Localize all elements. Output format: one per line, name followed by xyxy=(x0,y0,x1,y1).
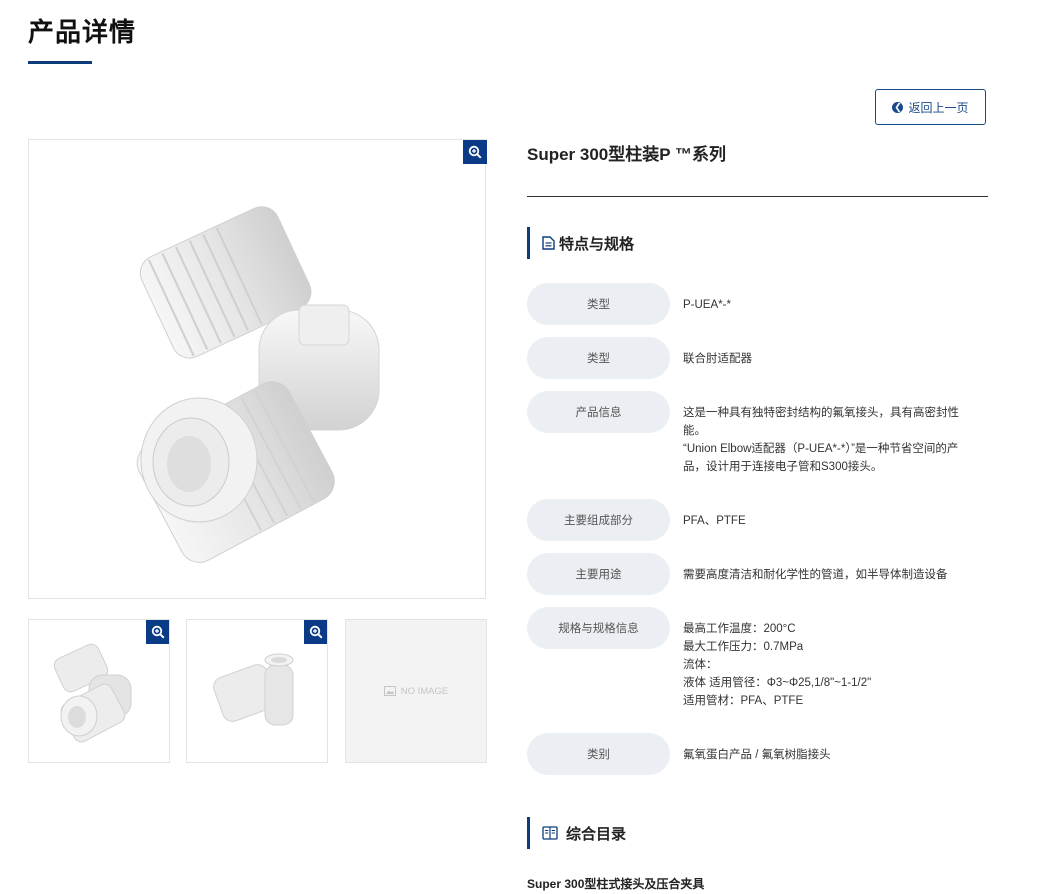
spec-label: 产品信息 xyxy=(527,391,670,433)
no-image-label: NO IMAGE xyxy=(400,685,449,697)
page-title: 产品详情 xyxy=(28,17,137,47)
specs-heading: 特点与规格 xyxy=(527,227,634,259)
spec-value: 这是一种具有独特密封结构的氟氧接头，具有高密封性 能。 “Union Elbow… xyxy=(683,407,959,473)
spec-label: 类型 xyxy=(527,283,670,325)
spec-label: 类别 xyxy=(527,733,670,775)
spec-row: 类别 氟氧蛋白产品 / 氟氧树脂接头 xyxy=(527,733,988,775)
spec-label: 主要用途 xyxy=(527,553,670,595)
specs-heading-label: 特点与规格 xyxy=(559,235,635,253)
catalog-item[interactable]: Super 300型柱式接头及压合夹具 xyxy=(527,875,704,892)
product-photo xyxy=(136,206,380,563)
back-arrow-icon: ❮ xyxy=(892,101,904,113)
spec-label: 主要组成部分 xyxy=(527,499,670,541)
thumbnail-2[interactable] xyxy=(186,619,328,763)
thumbnail-no-image[interactable]: NO IMAGE xyxy=(345,619,487,763)
spec-value: 氟氧蛋白产品 / 氟氧树脂接头 xyxy=(683,749,831,761)
spec-value: PFA、PTFE xyxy=(683,515,746,527)
spec-row: 规格与规格信息 最高工作温度：200°C 最大工作压力：0.7MPa 流体： 液… xyxy=(527,607,988,710)
image-placeholder-icon xyxy=(383,686,396,696)
spec-row: 类型 联合肘适配器 xyxy=(527,337,988,379)
spec-value: 最高工作温度：200°C 最大工作压力：0.7MPa 流体： 液体 适用管径：Φ… xyxy=(683,623,872,707)
title-underline xyxy=(28,61,92,64)
spec-value: 需要高度清洁和耐化学性的管道，如半导体制造设备 xyxy=(683,569,948,581)
spec-row: 主要用途 需要高度清洁和耐化学性的管道，如半导体制造设备 xyxy=(527,553,988,595)
spec-row: 产品信息 这是一种具有独特密封结构的氟氧接头，具有高密封性 能。 “Union … xyxy=(527,391,988,476)
spec-value: P-UEA*-* xyxy=(683,299,731,311)
document-icon xyxy=(542,236,555,250)
spec-label: 规格与规格信息 xyxy=(527,607,670,649)
zoom-in-icon[interactable] xyxy=(463,140,487,164)
spec-label: 类型 xyxy=(527,337,670,379)
catalog-heading-label: 综合目录 xyxy=(566,825,627,843)
spec-row: 主要组成部分 PFA、PTFE xyxy=(527,499,988,541)
main-product-image[interactable] xyxy=(28,139,487,599)
product-name: Super 300型柱装P ™系列 xyxy=(527,145,727,164)
spec-row: 类型 P-UEA*-* xyxy=(527,283,988,325)
book-icon xyxy=(542,826,558,840)
divider xyxy=(527,196,988,197)
spec-value: 联合肘适配器 xyxy=(683,353,752,365)
zoom-in-icon[interactable] xyxy=(146,620,169,644)
zoom-in-icon[interactable] xyxy=(304,620,327,644)
back-button[interactable]: ❮ 返回上一页 xyxy=(875,89,986,125)
back-button-label: 返回上一页 xyxy=(908,100,969,115)
catalog-heading: 综合目录 xyxy=(527,817,626,849)
thumbnail-1[interactable] xyxy=(28,619,170,763)
